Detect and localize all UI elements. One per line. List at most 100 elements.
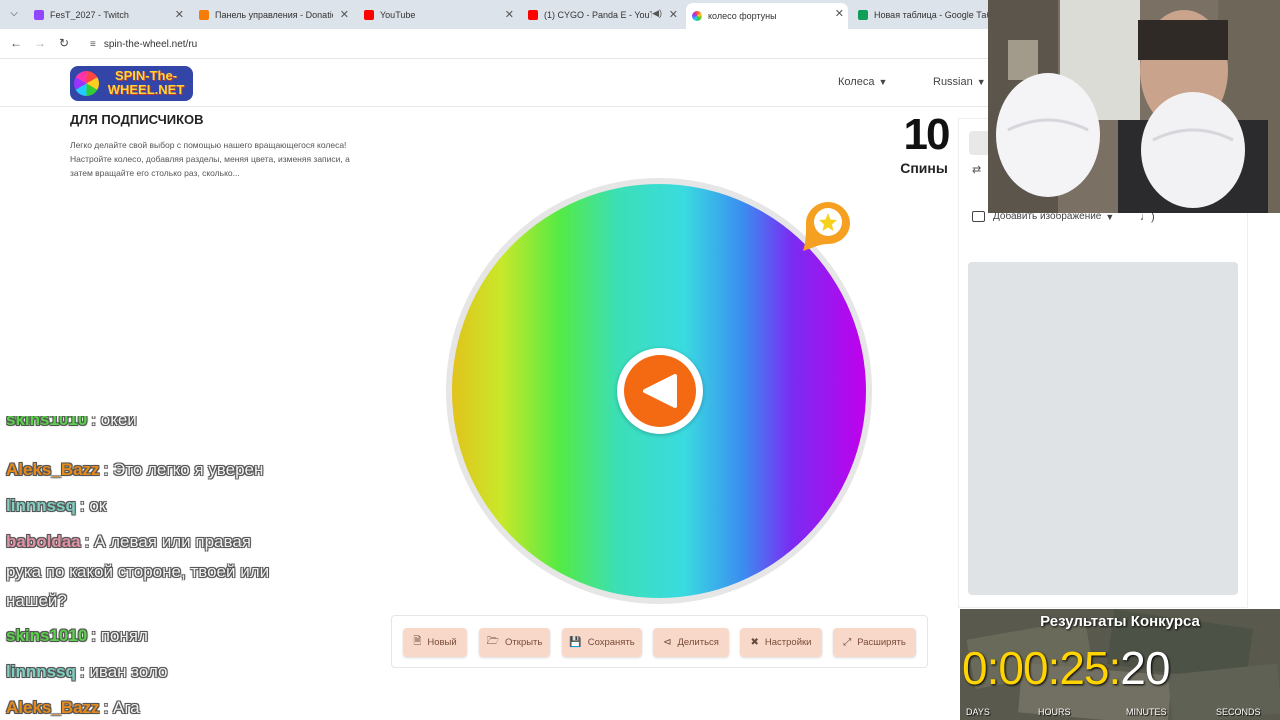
- minutes-label: MINUTES: [1126, 707, 1167, 717]
- countdown-title: Результаты Конкурса: [1040, 613, 1200, 630]
- tab-title: FesT_2027 - Twitch: [50, 9, 129, 20]
- chat-message: skins1010: окей: [6, 416, 137, 432]
- tab-title: (1) CYGO - Panda E - YouTu: [544, 9, 652, 20]
- chat-message: linnnssq: иван золо: [6, 657, 168, 686]
- tune-icon[interactable]: ≡: [90, 39, 96, 50]
- chat-text: : иван золо: [79, 662, 168, 681]
- language-menu[interactable]: Russian ▼: [933, 76, 986, 88]
- chat-username: linnnssq: [6, 662, 76, 681]
- close-icon[interactable]: ✕: [669, 8, 678, 21]
- tab-title: Панель управления - Donatio: [215, 9, 333, 20]
- open-button[interactable]: 🗁 Открыть: [479, 628, 550, 657]
- chat-message: linnnssq: ок: [6, 491, 106, 520]
- tools-icon: ✖: [750, 637, 759, 648]
- chat-username: baboldaa: [6, 532, 81, 551]
- chat-message: skins1010: понял: [6, 621, 148, 650]
- caret-down-icon: ▼: [1105, 211, 1115, 222]
- chat-text: нашей?: [6, 591, 67, 610]
- tab-wheel[interactable]: колесо фортуны ✕: [686, 3, 848, 29]
- expand-label: Расширять: [857, 637, 906, 648]
- tab-title: Новая таблица - Google Табл: [874, 9, 988, 20]
- chat-username: linnnssq: [6, 496, 76, 515]
- separator: :: [986, 642, 1000, 694]
- share-button[interactable]: ⊲ Делиться: [653, 628, 729, 657]
- days-label: DAYS: [966, 707, 990, 717]
- chat-message: Aleks_Bazz: Ага: [6, 693, 140, 720]
- chat-text: : окей: [91, 416, 137, 429]
- twitch-icon: [34, 9, 44, 20]
- seconds-label: SECONDS: [1216, 707, 1261, 717]
- close-icon[interactable]: ✕: [835, 7, 844, 20]
- close-icon[interactable]: ✕: [340, 8, 349, 21]
- countdown-minutes: 25: [1059, 642, 1109, 694]
- intro-title: ДЛЯ ПОДПИСЧИКОВ: [70, 112, 204, 127]
- webcam-image: [988, 0, 1280, 213]
- chat-username: skins1010: [6, 416, 88, 429]
- youtube-icon: [364, 9, 374, 20]
- logo-wheel-icon: [74, 71, 99, 96]
- chat-message-continued: нашей?: [6, 586, 67, 615]
- arrow-right-icon[interactable]: →: [34, 36, 46, 50]
- expand-button[interactable]: ⤢ Расширять: [833, 628, 916, 657]
- chat-text: : Это легко я уверен: [103, 460, 264, 479]
- tab-twitch[interactable]: FesT_2027 - Twitch ✕: [28, 4, 188, 25]
- save-button[interactable]: 💾 Сохранять: [562, 628, 642, 657]
- screen: ⌵ FesT_2027 - Twitch ✕ Панель управления…: [0, 0, 1280, 720]
- countdown-days: 0: [962, 642, 988, 694]
- caret-down-icon: ▼: [878, 77, 888, 87]
- language-label: Russian: [933, 76, 973, 88]
- sheets-icon: [858, 9, 868, 20]
- image-icon: [972, 211, 985, 222]
- settings-button[interactable]: ✖ Настройки: [740, 628, 822, 657]
- shuffle-icon[interactable]: ⇄: [972, 163, 981, 176]
- share-label: Делиться: [677, 637, 719, 648]
- tab-title: колесо фортуны: [708, 11, 777, 21]
- save-icon: 💾: [569, 637, 582, 648]
- intro-text: Легко делайте свой выбор с помощью нашег…: [70, 140, 350, 178]
- chat-message-continued: рука по какой стороне, твоей или: [6, 557, 269, 586]
- folder-icon: 🗁: [486, 636, 500, 647]
- file-icon: 🗎: [413, 636, 422, 647]
- settings-label: Настройки: [764, 637, 812, 648]
- address-bar[interactable]: ≡ spin-the-wheel.net/ru: [84, 33, 984, 55]
- tab-youtube-video[interactable]: (1) CYGO - Panda E - YouTu ◀) ✕: [522, 4, 682, 25]
- chat-message: baboldaa: А левая или правая: [6, 527, 251, 556]
- caret-down-icon: ▼: [976, 77, 986, 87]
- spin-button[interactable]: [617, 348, 703, 434]
- separator: :: [1047, 642, 1061, 694]
- spin-button-inner[interactable]: [624, 355, 696, 427]
- site-logo[interactable]: SPIN-The-WHEEL.NET: [70, 66, 193, 101]
- url-text: spin-the-wheel.net/ru: [103, 38, 198, 50]
- chat-message: Aleks_Bazz: Это легко я уверен: [6, 455, 263, 484]
- tab-sheets[interactable]: Новая таблица - Google Табл: [852, 4, 988, 25]
- tab-donation[interactable]: Панель управления - Donatio ✕: [193, 4, 353, 25]
- chat-text: : А левая или правая: [84, 532, 251, 551]
- close-icon[interactable]: ✕: [505, 8, 514, 21]
- logo-text: SPIN-The-WHEEL.NET: [107, 68, 185, 97]
- save-label: Сохранять: [587, 637, 635, 648]
- chat-text: : понял: [91, 626, 148, 645]
- wheels-menu-label: Колеса: [838, 76, 875, 88]
- tab-youtube[interactable]: YouTube ✕: [358, 4, 518, 25]
- donation-icon: [199, 9, 209, 20]
- close-icon[interactable]: ✕: [175, 8, 184, 21]
- countdown-widget: Результаты Конкурса 0:00:25:20 DAYS HOUR…: [960, 609, 1280, 720]
- chat-username: Aleks_Bazz: [6, 698, 100, 717]
- expand-icon: ⤢: [843, 637, 852, 648]
- chevron-down-icon[interactable]: ⌵: [5, 5, 23, 23]
- wheels-menu[interactable]: Колеса ▼: [838, 76, 887, 88]
- new-button[interactable]: 🗎 Новый: [403, 628, 467, 657]
- new-label: Новый: [427, 637, 457, 648]
- entries-textarea[interactable]: [968, 262, 1238, 595]
- reload-icon[interactable]: ↻: [59, 36, 69, 50]
- speaker-icon[interactable]: ◀): [652, 8, 662, 19]
- webcam-overlay: [988, 0, 1280, 213]
- chat-text: рука по какой стороне, твоей или: [6, 562, 270, 581]
- wheel-icon: [692, 11, 702, 21]
- site-header: SPIN-The-WHEEL.NET Колеса ▼ Russian ▼: [0, 60, 988, 107]
- chat-text: : ок: [79, 496, 107, 515]
- open-label: Открыть: [505, 637, 543, 648]
- chat-username: skins1010: [6, 626, 88, 645]
- arrow-left-icon[interactable]: ←: [10, 36, 22, 50]
- hours-label: HOURS: [1038, 707, 1071, 717]
